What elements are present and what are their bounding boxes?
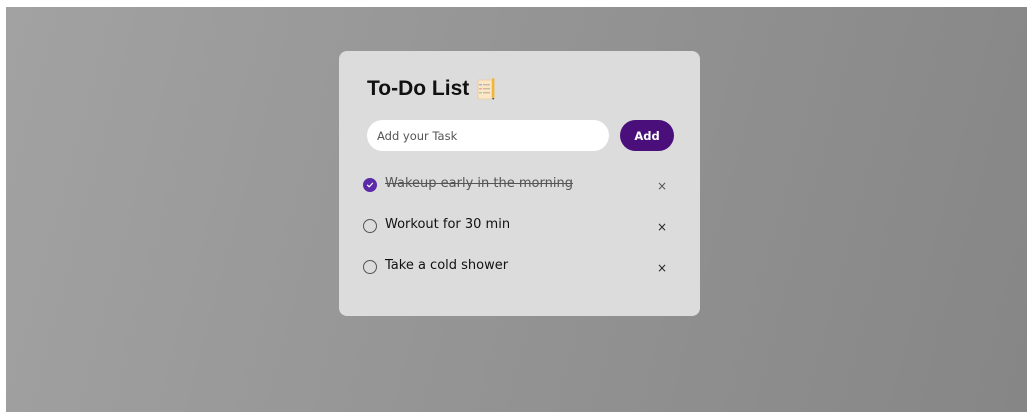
delete-task-icon[interactable]: × xyxy=(655,260,669,276)
task-checkbox-unchecked-icon[interactable] xyxy=(363,219,377,233)
task-text[interactable]: Take a cold shower xyxy=(385,258,508,273)
task-checkbox-unchecked-icon[interactable] xyxy=(363,260,377,274)
page-background: To-Do List Add your Task Add Wakeup earl… xyxy=(6,7,1027,412)
delete-task-icon[interactable]: × xyxy=(655,178,669,194)
task-item: Workout for 30 min × xyxy=(363,210,673,251)
page-title-text: To-Do List xyxy=(367,77,470,100)
notepad-icon xyxy=(477,78,495,100)
task-text[interactable]: Wakeup early in the morning xyxy=(385,176,573,191)
task-text[interactable]: Workout for 30 min xyxy=(385,217,510,232)
delete-task-icon[interactable]: × xyxy=(655,219,669,235)
task-item: Wakeup early in the morning × xyxy=(363,169,673,210)
page-title: To-Do List xyxy=(367,77,495,101)
todo-card: To-Do List Add your Task Add Wakeup earl… xyxy=(339,51,700,316)
task-item: Take a cold shower × xyxy=(363,251,673,292)
task-list: Wakeup early in the morning × Workout fo… xyxy=(363,169,673,292)
task-checkbox-checked-icon[interactable] xyxy=(363,178,377,192)
add-task-button[interactable]: Add xyxy=(620,120,674,151)
task-input[interactable] xyxy=(367,120,609,151)
task-input-row: Add xyxy=(367,120,674,151)
